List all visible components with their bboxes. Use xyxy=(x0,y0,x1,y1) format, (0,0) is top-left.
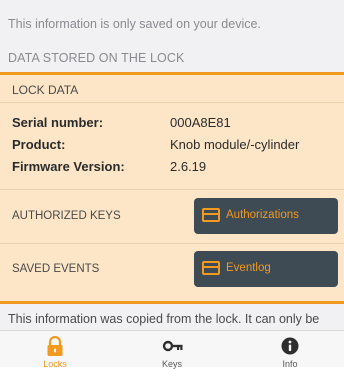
tab-locks-label: Locks xyxy=(43,359,67,369)
card-icon xyxy=(202,261,220,275)
firmware-value: 2.6.19 xyxy=(170,159,207,174)
firmware-row: Firmware Version: 2.6.19 xyxy=(0,159,344,179)
authorized-keys-row: AUTHORIZED KEYS Authorizations xyxy=(0,192,344,240)
divider xyxy=(0,102,344,103)
lock-data-card: LOCK DATA Serial number: 000A8E81 Produc… xyxy=(0,75,344,301)
card-icon xyxy=(202,208,220,222)
eventlog-button-label: Eventlog xyxy=(226,262,271,274)
device-info-banner: This information is only saved on your d… xyxy=(0,0,344,72)
tab-info[interactable]: Info xyxy=(240,331,340,369)
authorizations-button-label: Authorizations xyxy=(226,209,299,221)
tab-locks[interactable]: Locks xyxy=(5,331,105,369)
tab-keys[interactable]: Keys xyxy=(122,331,222,369)
device-only-note: This information is only saved on your d… xyxy=(8,17,261,31)
key-icon xyxy=(162,340,183,352)
authorizations-button[interactable]: Authorizations xyxy=(194,198,338,234)
serial-number-row: Serial number: 000A8E81 xyxy=(0,115,344,135)
lock-info-screen: This information is only saved on your d… xyxy=(0,0,344,369)
saved-events-label: SAVED EVENTS xyxy=(12,263,100,275)
lock-icon xyxy=(47,336,63,356)
serial-number-label: Serial number: xyxy=(12,115,104,130)
product-label: Product: xyxy=(12,137,66,152)
info-icon xyxy=(281,337,299,355)
divider xyxy=(0,243,344,244)
tab-keys-label: Keys xyxy=(161,359,182,369)
tab-info-label: Info xyxy=(282,359,298,369)
product-row: Product: Knob module/-cylinder xyxy=(0,137,344,157)
lock-data-title: LOCK DATA xyxy=(12,83,79,97)
serial-number-value: 000A8E81 xyxy=(170,115,231,130)
authorized-keys-label: AUTHORIZED KEYS xyxy=(12,210,121,222)
divider xyxy=(0,189,344,190)
eventlog-button[interactable]: Eventlog xyxy=(194,251,338,287)
section-header: DATA STORED ON THE LOCK xyxy=(8,51,185,65)
product-value: Knob module/-cylinder xyxy=(170,137,300,152)
saved-events-row: SAVED EVENTS Eventlog xyxy=(0,245,344,293)
firmware-label: Firmware Version: xyxy=(12,159,125,174)
tab-bar: Locks Keys Info xyxy=(0,330,344,369)
